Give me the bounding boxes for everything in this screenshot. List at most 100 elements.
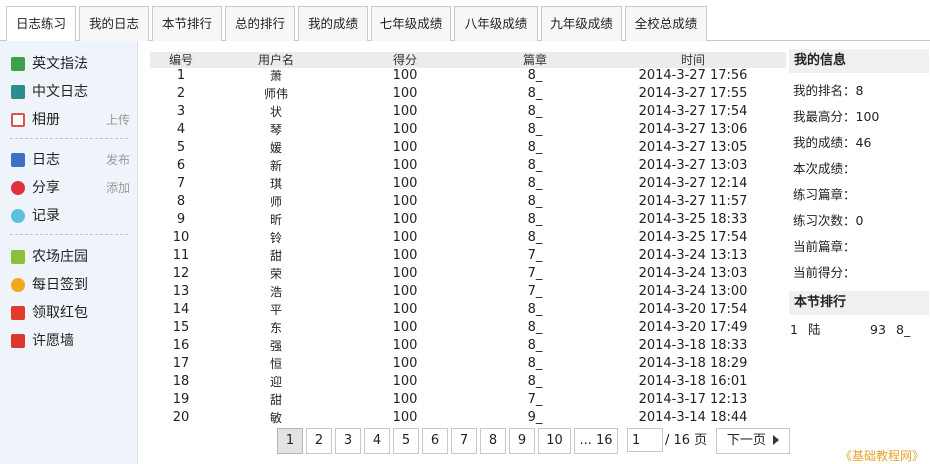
header-user: 用户名 [257,53,294,67]
cell-time: 2014-3-20 17:49 [638,320,748,335]
cell-user: 甜 [269,249,282,263]
keyboard-icon [11,57,25,71]
share-icon [11,181,25,195]
table-header: 编号 用户名 得分 篇章 时间 [150,52,786,68]
add-link[interactable]: 添加 [106,176,130,200]
publish-link[interactable]: 发布 [106,148,130,172]
cell-score: 100 [392,374,418,389]
tab-my-journal[interactable]: 我的日志 [79,6,149,41]
table-row: 20 敏 100 9_ 2014-3-14 18:44 [150,409,786,427]
cell-score: 100 [392,230,418,245]
header-chapter: 篇章 [522,53,547,67]
cell-user: 昕 [269,213,282,227]
cell-chapter: 7_ [527,284,543,299]
cell-chapter: 8_ [527,302,543,317]
page-button[interactable]: 4 [364,428,390,454]
page-button[interactable]: ... 16 [574,428,618,454]
cell-chapter: 8_ [527,86,543,101]
cell-id: 20 [172,410,190,425]
page-number-input[interactable] [627,428,663,452]
table-row: 2 师伟 100 8_ 2014-3-27 17:55 [150,85,786,103]
cell-score: 100 [392,158,418,173]
table-row: 4 琴 100 8_ 2014-3-27 13:06 [150,121,786,139]
page-button[interactable]: 10 [538,428,571,454]
sidebar-item-records[interactable]: 记录 [10,204,130,228]
cell-score: 100 [392,284,418,299]
wish-wall-icon [11,334,25,348]
ranking-score: 93 [870,322,886,337]
tab-typing-practice[interactable]: 日志练习 [6,6,76,41]
tab-total-ranking[interactable]: 总的排行 [225,6,295,41]
sidebar-item-album[interactable]: 相册 上传 [10,108,130,132]
cell-user: 琪 [269,177,282,191]
page-button[interactable]: 6 [422,428,448,454]
header-time: 时间 [680,53,705,67]
cell-chapter: 9_ [527,410,543,425]
table-row: 12 荣 100 7_ 2014-3-24 13:03 [150,265,786,283]
cell-chapter: 8_ [527,338,543,353]
sidebar-item-label: 日志 [32,152,60,168]
header-id: 编号 [168,53,193,67]
cell-time: 2014-3-27 12:14 [638,176,748,191]
cell-chapter: 7_ [527,392,543,407]
cell-score: 100 [392,212,418,227]
cell-time: 2014-3-25 17:54 [638,230,748,245]
tab-section-ranking[interactable]: 本节排行 [152,6,222,41]
page-button[interactable]: 7 [451,428,477,454]
info-practice-count: 练习次数：0 [793,213,864,228]
sidebar-item-daily-checkin[interactable]: 每日签到 [10,273,130,297]
sidebar-item-label: 分享 [32,180,60,196]
info-current-score: 当前得分： [793,265,856,280]
page-button[interactable]: 5 [393,428,419,454]
table-row: 10 铃 100 8_ 2014-3-25 17:54 [150,229,786,247]
cell-time: 2014-3-27 17:56 [638,68,748,83]
page-button[interactable]: 8 [480,428,506,454]
sidebar-item-label: 领取红包 [32,305,88,321]
tab-school-scores[interactable]: 全校总成绩 [625,6,707,41]
sidebar-item-english-typing[interactable]: 英文指法 [10,52,130,76]
cell-chapter: 8_ [527,104,543,119]
cell-time: 2014-3-27 13:05 [638,140,748,155]
page-button[interactable]: 3 [335,428,361,454]
cell-user: 铃 [269,231,282,245]
table-row: 6 新 100 8_ 2014-3-27 13:03 [150,157,786,175]
sidebar-item-wish-wall[interactable]: 许愿墙 [10,329,130,353]
sidebar-item-label: 英文指法 [32,56,88,72]
triangle-right-icon [773,435,780,445]
page-button[interactable]: 2 [306,428,332,454]
table-row: 13 浩 100 7_ 2014-3-24 13:00 [150,283,786,301]
page-button[interactable]: 1 [277,428,303,454]
cell-score: 100 [392,68,418,83]
cell-time: 2014-3-18 18:33 [638,338,748,353]
sidebar-item-chinese-journal[interactable]: 中文日志 [10,80,130,104]
sidebar-item-red-packet[interactable]: 领取红包 [10,301,130,325]
cell-chapter: 8_ [527,194,543,209]
page-button[interactable]: 9 [509,428,535,454]
cell-chapter: 8_ [527,140,543,155]
cell-time: 2014-3-14 18:44 [638,410,748,425]
cell-score: 100 [392,194,418,209]
cell-id: 12 [172,266,190,281]
cell-score: 100 [392,176,418,191]
cell-score: 100 [392,86,418,101]
tab-grade8-scores[interactable]: 八年级成绩 [454,6,538,41]
next-page-button[interactable]: 下一页 [716,428,790,454]
sidebar-item-farm[interactable]: 农场庄园 [10,245,130,269]
upload-link[interactable]: 上传 [106,108,130,132]
photo-icon [11,113,25,127]
tab-my-scores[interactable]: 我的成绩 [298,6,368,41]
cell-user: 东 [269,321,282,335]
cell-user: 强 [269,339,282,353]
tab-grade7-scores[interactable]: 七年级成绩 [371,6,451,41]
cell-user: 师伟 [263,87,288,101]
cell-chapter: 8_ [527,212,543,227]
page-total: / 16 页 [665,433,708,448]
cell-id: 11 [172,248,190,263]
sidebar-item-share[interactable]: 分享 添加 [10,176,130,200]
table-row: 17 恒 100 8_ 2014-3-18 18:29 [150,355,786,373]
cell-time: 2014-3-25 18:33 [638,212,748,227]
table-row: 3 状 100 8_ 2014-3-27 17:54 [150,103,786,121]
watermark: 《基础教程网》 [839,449,924,463]
tab-grade9-scores[interactable]: 九年级成绩 [541,6,622,41]
sidebar-item-blog[interactable]: 日志 发布 [10,148,130,172]
